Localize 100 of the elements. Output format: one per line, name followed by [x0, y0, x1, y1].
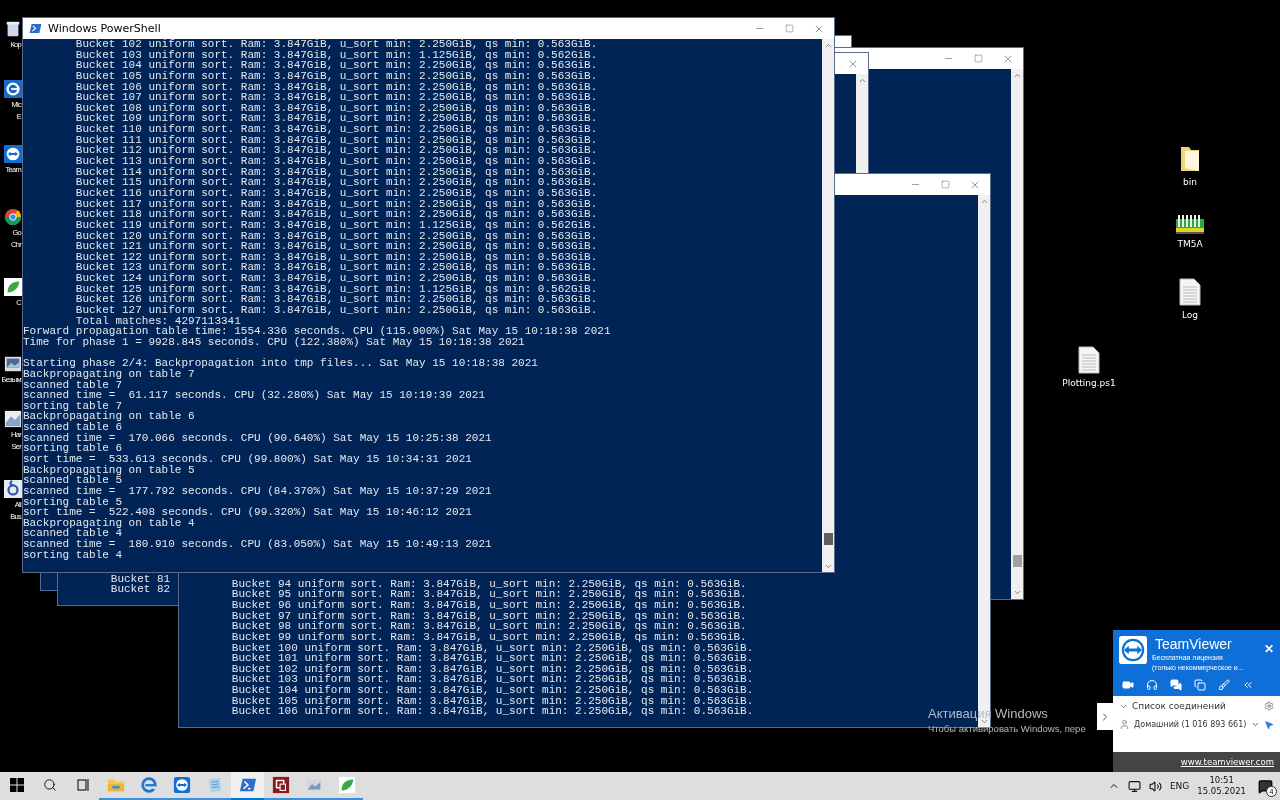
console-line: sort time = 533.613 seconds. CPU (99.800%) Sat May 15 10:34:31 2021 — [23, 454, 472, 465]
console-line: Bucket 100 uniform sort. Ram: 3.847GiB, u_sort min: 2.250GiB, qs min: 0.563GiB. — [230, 642, 754, 654]
console-line: sort time = 522.408 seconds. CPU (99.320%) Sat May 15 10:46:12 2021 — [23, 507, 472, 518]
console-line: Bucket 102 uniform sort. Ram: 3.847GiB, u_sort min: 2.250GiB, qs min: 0.563GiB. — [230, 663, 754, 675]
console-line: Bucket 117 uniform sort. Ram: 3.847GiB, u_sort min: 2.250GiB, qs min: 0.563GiB. — [74, 198, 598, 210]
caret-icon[interactable] — [1251, 720, 1260, 729]
edge-icon — [4, 80, 22, 98]
brush-icon[interactable] — [1218, 679, 1230, 691]
headset-icon[interactable] — [1146, 679, 1158, 691]
language-indicator[interactable]: ENG — [1169, 781, 1190, 791]
console-line: Bucket 104 uniform sort. Ram: 3.847GiB, u_sort min: 2.250GiB, qs min: 0.563GiB. — [230, 685, 754, 696]
console-line: Bucket 105 uniform sort. Ram: 3.847GiB, u_sort min: 2.250GiB, qs min: 0.563GiB. — [74, 70, 598, 82]
console-line: scanned table 7 — [23, 379, 123, 391]
chrome-icon — [4, 208, 22, 226]
icon-label: Log — [1181, 310, 1199, 320]
console-line: scanned time = 61.117 seconds. CPU (32.280%) Sat May 15 10:19:39 2021 — [23, 390, 486, 401]
console-line: Bucket 94 uniform sort. Ram: 3.847GiB, u_sort min: 2.250GiB, qs min: 0.563GiB. — [230, 578, 747, 590]
window-title: Windows PowerShell — [48, 22, 161, 35]
close-button[interactable]: ✕ — [1264, 642, 1274, 656]
console-line: Bucket 102 uniform sort. Ram: 3.847GiB, u_sort min: 2.250GiB, qs min: 0.563GiB. — [74, 39, 598, 50]
console-line: Bucket 126 uniform sort. Ram: 3.847GiB, u_sort min: 2.250GiB, qs min: 0.563GiB. — [74, 294, 598, 305]
console-line: Time for phase 1 = 9928.845 seconds. CPU (122.380%) Sat May 15 10:18:38 2021 — [23, 336, 525, 348]
maximize-icon — [784, 24, 794, 33]
console-line: Bucket 124 uniform sort. Ram: 3.847GiB, u_sort min: 2.250GiB, qs min: 0.563GiB. — [74, 273, 598, 284]
console-line: Backpropagating on table 5 — [23, 464, 195, 476]
console-line: Bucket 95 uniform sort. Ram: 3.847GiB, u_sort min: 2.250GiB, qs min: 0.563GiB. — [230, 589, 747, 600]
console-line: Bucket 125 uniform sort. Ram: 3.847GiB, u_sort min: 1.125GiB, qs min: 0.562GiB. — [74, 283, 598, 295]
folder-icon — [1179, 145, 1201, 173]
taskbar-app[interactable] — [231, 772, 264, 800]
document-icon — [1078, 346, 1100, 374]
chat-icon[interactable] — [1170, 679, 1182, 691]
console-line: Bucket 106 uniform sort. Ram: 3.847GiB, u_sort min: 2.250GiB, qs min: 0.563GiB. — [230, 706, 754, 717]
collapse-icon[interactable] — [1242, 679, 1254, 691]
console-line: Bucket 106 uniform sort. Ram: 3.847GiB, u_sort min: 2.250GiB, qs min: 0.563GiB. — [74, 81, 598, 93]
console-line: Bucket 118 uniform sort. Ram: 3.847GiB, u_sort min: 2.250GiB, qs min: 0.563GiB. — [74, 209, 598, 220]
icon-label: TM5A — [1177, 239, 1203, 249]
console-line: Backpropagating on table 4 — [23, 517, 195, 529]
contact-avatar-icon — [1119, 719, 1130, 730]
console-line: Bucket 101 uniform sort. Ram: 3.847GiB, u_sort min: 2.250GiB, qs min: 0.563GiB. — [230, 653, 754, 664]
pointer-icon[interactable] — [1264, 719, 1274, 730]
console-line: Bucket 114 uniform sort. Ram: 3.847GiB, u_sort min: 2.250GiB, qs min: 0.563GiB. — [74, 166, 598, 178]
console-line: Backpropagating on table 6 — [23, 411, 195, 423]
console-line: scanned time = 180.910 seconds. CPU (83.050%) Sat May 15 10:49:13 2021 — [23, 539, 492, 550]
console-line: Bucket 97 uniform sort. Ram: 3.847GiB, u_sort min: 2.250GiB, qs min: 0.563GiB. — [230, 610, 747, 622]
contact-item[interactable]: Домашний (1 016 893 661) — [1134, 720, 1247, 729]
copy-icon[interactable] — [1194, 679, 1206, 691]
console-line: Bucket 107 uniform sort. Ram: 3.847GiB, u_sort min: 2.250GiB, qs min: 0.563GiB. — [74, 92, 598, 103]
console-line: Bucket 119 uniform sort. Ram: 3.847GiB, u_sort min: 1.125GiB, qs min: 0.562GiB. — [74, 219, 598, 231]
teamviewer-brand: TeamViewer — [1154, 636, 1233, 653]
scroll-thumb[interactable] — [823, 533, 833, 546]
clock-time: 10:51 — [1209, 775, 1234, 786]
console-line: Bucket 115 uniform sort. Ram: 3.847GiB, u_sort min: 2.250GiB, qs min: 0.563GiB. — [74, 177, 598, 188]
edge-icon — [139, 776, 158, 794]
search-icon — [42, 778, 57, 792]
console-line: scanned table 6 — [23, 422, 123, 433]
leaf-icon — [337, 776, 356, 794]
console-line: Bucket 81 — [109, 573, 171, 585]
console-line: Backpropagating on table 7 — [23, 368, 195, 380]
document-icon — [1179, 278, 1201, 306]
console-line: scanned table 4 — [23, 528, 123, 540]
settings-icon[interactable] — [1264, 701, 1274, 711]
network-icon[interactable] — [1127, 779, 1141, 793]
console-line: sorting table 5 — [23, 496, 123, 508]
volume-icon[interactable] — [1148, 779, 1162, 793]
teamviewer-icon — [4, 145, 22, 163]
video-icon[interactable] — [1122, 679, 1134, 691]
expand-button[interactable] — [1097, 703, 1113, 730]
icon-label: bin — [1183, 177, 1197, 187]
console-line: Bucket 121 uniform sort. Ram: 3.847GiB, u_sort min: 2.250GiB, qs min: 0.563GiB. — [74, 241, 598, 252]
console-line: Bucket 110 uniform sort. Ram: 3.847GiB, u_sort min: 2.250GiB, qs min: 0.563GiB. — [74, 124, 598, 135]
console-line: Bucket 104 uniform sort. Ram: 3.847GiB, u_sort min: 2.250GiB, qs min: 0.563GiB. — [74, 60, 598, 71]
console-line: Bucket 105 uniform sort. Ram: 3.847GiB, u_sort min: 2.250GiB, qs min: 0.563GiB. — [230, 695, 754, 707]
task-view-icon — [75, 778, 90, 792]
console-line: Total matches: 4297113341 — [74, 315, 241, 327]
console-line: Bucket 127 uniform sort. Ram: 3.847GiB, u_sort min: 2.250GiB, qs min: 0.563GiB. — [74, 305, 598, 316]
console-line: Bucket 99 uniform sort. Ram: 3.847GiB, u_sort min: 2.250GiB, qs min: 0.563GiB. — [230, 631, 747, 643]
maximize-icon — [940, 180, 950, 189]
recycle-bin-icon — [4, 20, 22, 38]
console-line: sorting table 4 — [23, 549, 123, 561]
console-line: Starting phase 2/4: Backpropagation into tmp files... Sat May 15 10:18:38 2021 — [23, 358, 538, 369]
teamviewer-logo-icon — [1119, 636, 1147, 664]
powershell-icon — [238, 776, 257, 794]
console-line: sorting table 6 — [23, 443, 123, 454]
console-line: Bucket 109 uniform sort. Ram: 3.847GiB, u_sort min: 2.250GiB, qs min: 0.563GiB. — [74, 113, 598, 125]
windows-logo-icon — [9, 778, 24, 792]
console-line: Bucket 82 — [109, 584, 171, 595]
app-icon — [4, 480, 22, 498]
console-line: Bucket 98 uniform sort. Ram: 3.847GiB, u_sort min: 2.250GiB, qs min: 0.563GiB. — [230, 621, 747, 632]
memory-module-icon — [1175, 213, 1205, 235]
console-line: scanned time = 170.066 seconds. CPU (90.640%) Sat May 15 10:25:38 2021 — [23, 432, 492, 444]
console-line: Bucket 96 uniform sort. Ram: 3.847GiB, u_sort min: 2.250GiB, qs min: 0.563GiB. — [230, 599, 747, 611]
image-file-icon — [4, 355, 22, 373]
scroll-thumb[interactable] — [1012, 555, 1022, 568]
console-line: Bucket 103 uniform sort. Ram: 3.847GiB, u_sort min: 2.250GiB, qs min: 0.563GiB. — [230, 674, 754, 686]
console-line: sorting table 7 — [23, 400, 123, 412]
console-line: Bucket 111 uniform sort. Ram: 3.847GiB, u_sort min: 2.250GiB, qs min: 0.563GiB. — [74, 134, 598, 146]
console-line: Bucket 113 uniform sort. Ram: 3.847GiB, u_sort min: 2.250GiB, qs min: 0.563GiB. — [74, 156, 598, 167]
screenshot-icon — [4, 410, 22, 428]
console-line: scanned table 5 — [23, 475, 123, 486]
console-line: Bucket 122 uniform sort. Ram: 3.847GiB, u_sort min: 2.250GiB, qs min: 0.563GiB. — [74, 251, 598, 263]
